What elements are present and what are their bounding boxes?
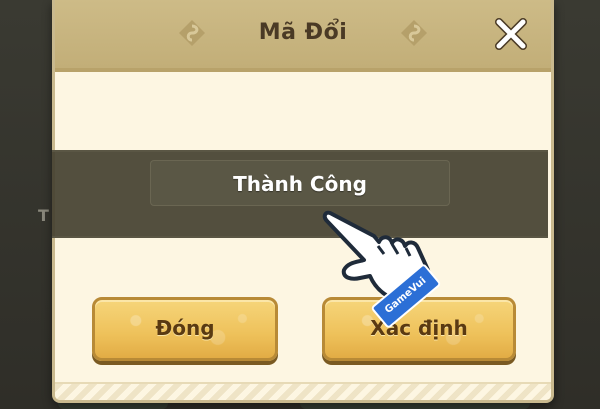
close-button-label: Đóng: [155, 316, 215, 340]
dialog-footer-pattern: [55, 382, 551, 400]
confirm-button[interactable]: Xác định: [322, 297, 516, 361]
toast-message: Thành Công: [233, 172, 367, 196]
close-button[interactable]: Đóng: [92, 297, 278, 361]
background-letter: T: [38, 206, 49, 225]
success-toast: Thành Công: [150, 160, 450, 206]
confirm-button-label: Xác định: [370, 316, 468, 340]
close-icon[interactable]: [491, 14, 531, 54]
dialog-header: Mã Đổi: [55, 0, 551, 72]
leaf-emblem-icon: [401, 20, 427, 46]
dialog-title: Mã Đổi: [258, 20, 348, 45]
